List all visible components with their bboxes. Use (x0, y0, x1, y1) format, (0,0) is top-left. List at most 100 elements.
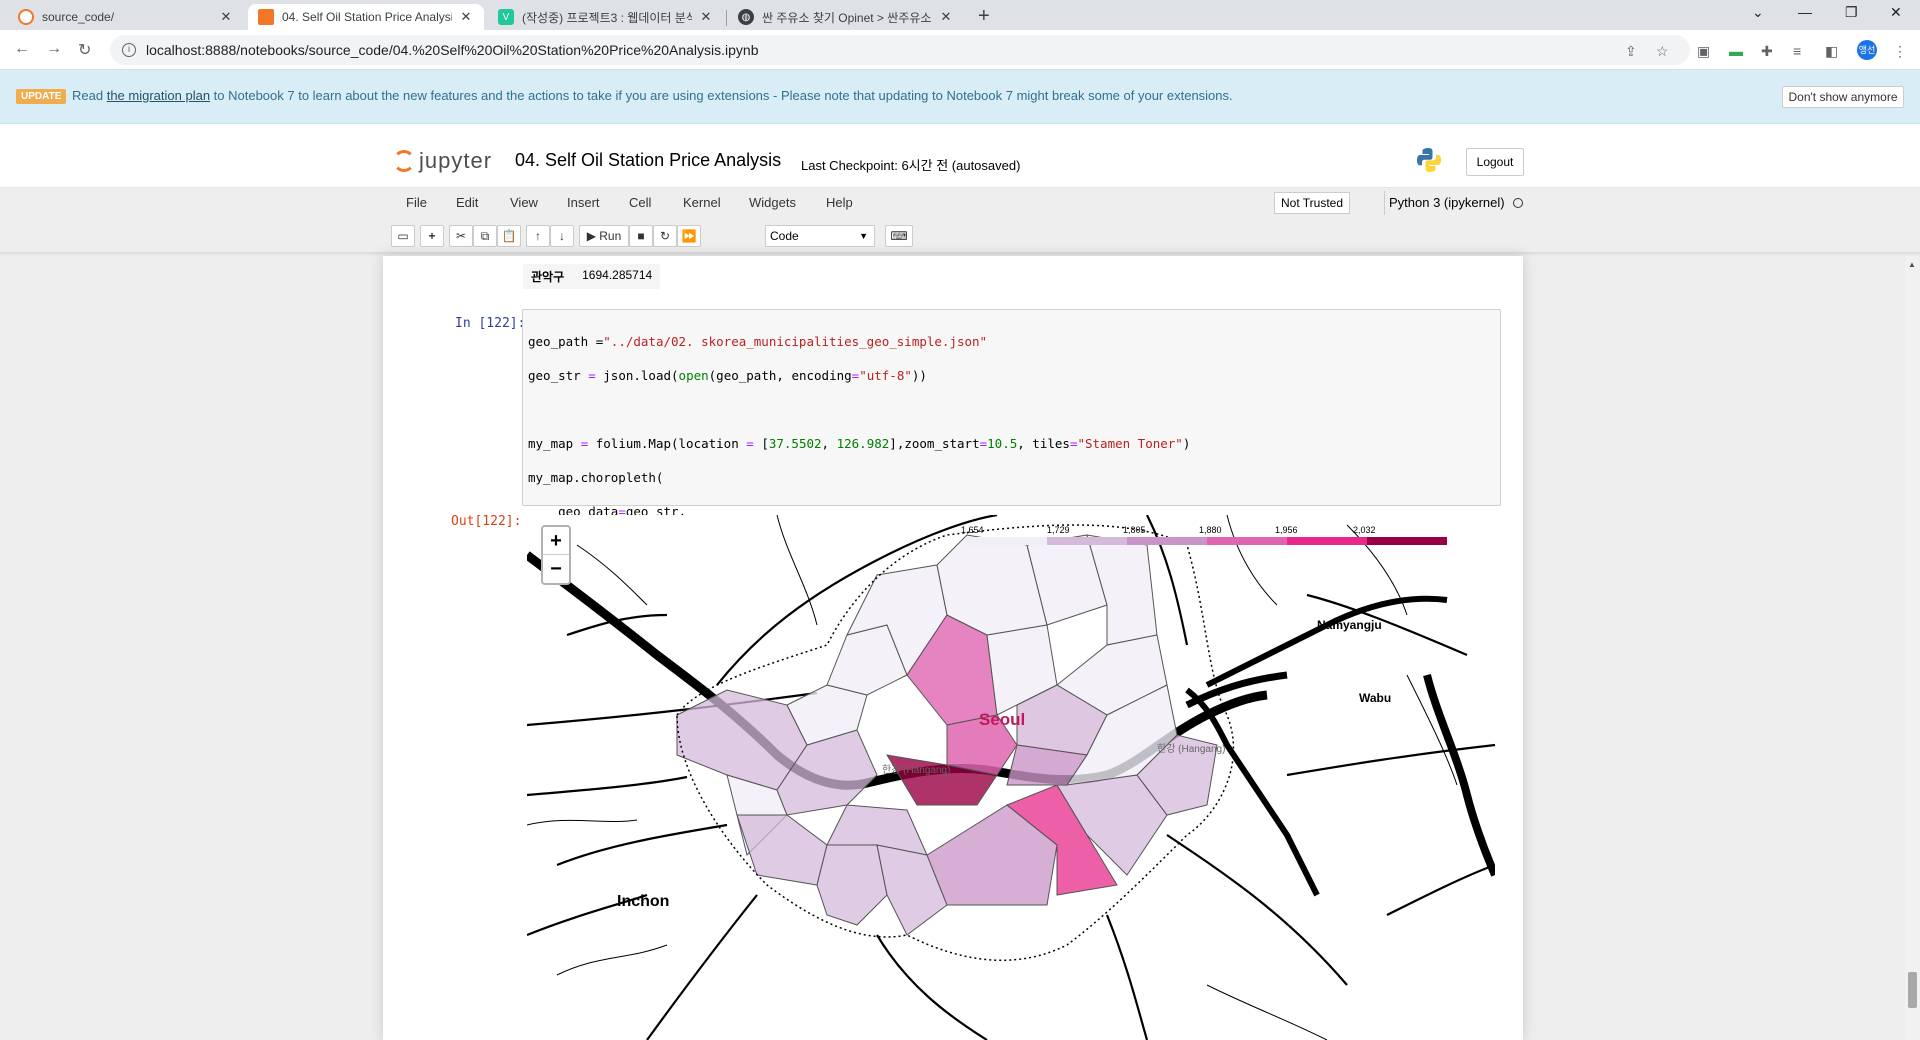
keyboard-icon[interactable]: ⌨ (885, 225, 913, 247)
map-label-hangang-east: 한강 (Hangang) (1157, 744, 1226, 755)
side-panel-icon[interactable]: ◧ (1825, 43, 1838, 60)
globe-icon: ◍ (738, 9, 754, 25)
cell-type-select[interactable]: Code ▼ (765, 225, 875, 247)
new-tab-button[interactable]: + (978, 5, 990, 28)
menu-help[interactable]: Help (826, 195, 853, 210)
menu-kernel[interactable]: Kernel (683, 195, 721, 210)
jupyter-header: jupyter 04. Self Oil Station Price Analy… (0, 124, 1920, 188)
close-icon[interactable]: ✕ (218, 9, 234, 25)
legend-tick: 1,654 (961, 525, 984, 535)
bookmark-star-icon[interactable]: ☆ (1656, 43, 1669, 60)
scroll-thumb[interactable] (1908, 972, 1917, 1008)
logout-button[interactable]: Logout (1466, 148, 1524, 176)
legend-tick: 1,880 (1199, 525, 1222, 535)
migration-plan-link[interactable]: the migration plan (107, 88, 210, 103)
map-canvas (527, 515, 1495, 1040)
cut-icon[interactable]: ✂ (449, 225, 473, 247)
forward-icon[interactable]: → (46, 40, 62, 58)
kernel-name[interactable]: Python 3 (ipykernel) (1384, 191, 1505, 215)
share-icon[interactable]: ⇪ (1625, 43, 1637, 60)
tab-velog[interactable]: V (작성중) 프로젝트3 : 웹데이터 분석 ✕ (488, 4, 724, 30)
tab-title: 04. Self Oil Station Price Analysis (282, 10, 452, 24)
tab-source-code[interactable]: source_code/ ✕ (8, 4, 244, 30)
close-icon[interactable]: ✕ (938, 9, 954, 25)
jupyter-logo[interactable]: jupyter (393, 148, 492, 174)
window-close-button[interactable]: ✕ (1890, 4, 1902, 21)
site-info-icon[interactable]: i (122, 43, 136, 57)
district-guro (736, 814, 828, 886)
update-banner: UPDATE Read the migration plan to Notebo… (0, 70, 1920, 124)
reading-list-icon[interactable]: ≡ (1793, 43, 1801, 59)
fast-forward-icon[interactable]: ⏩ (677, 225, 701, 247)
output-prompt: Out[122]: (451, 514, 522, 529)
avatar[interactable]: 앵선 (1857, 40, 1877, 60)
restart-icon[interactable]: ↻ (653, 225, 677, 247)
restore-button[interactable]: ❐ (1845, 4, 1858, 21)
map-label-incheon: Inchon (617, 893, 670, 910)
input-prompt: In [122]: (455, 316, 526, 331)
code-line: my_map.choropleth( (528, 470, 664, 485)
menu-widgets[interactable]: Widgets (749, 195, 796, 210)
move-up-icon[interactable]: ↑ (526, 225, 550, 247)
code-line: geo_str = json.load(open(geo_path, encod… (528, 368, 927, 383)
notebook-title[interactable]: 04. Self Oil Station Price Analysis (515, 150, 781, 171)
previous-output-label: 관악구 (531, 270, 565, 284)
cell-type-value: Code (770, 229, 799, 243)
zoom-in-button[interactable]: + (543, 527, 569, 555)
move-down-icon[interactable]: ↓ (550, 225, 574, 247)
reload-icon[interactable]: ↻ (78, 40, 91, 60)
code-line: my_map = folium.Map(location = [37.5502,… (528, 436, 1191, 451)
folium-map[interactable]: 1,654 1,729 1,805 1,880 1,956 2,032 Seou… (527, 515, 1495, 1040)
menu-file[interactable]: File (406, 195, 427, 210)
update-badge: UPDATE (16, 89, 67, 104)
velog-icon: V (498, 9, 514, 25)
banner-prefix: Read (72, 88, 107, 103)
tab-title: 싼 주유소 찾기 Opinet > 싼주유소 (762, 10, 932, 25)
back-icon[interactable]: ← (14, 40, 30, 58)
notebook-container: 관악구 1694.285714 In [122]: geo_path ="../… (383, 256, 1523, 1040)
page-scrollbar[interactable]: ▲ (1905, 256, 1920, 1040)
menu-insert[interactable]: Insert (567, 195, 600, 210)
copy-icon[interactable]: ⧉ (473, 225, 497, 247)
paste-icon[interactable]: 📋 (497, 225, 521, 247)
stop-icon[interactable]: ■ (629, 225, 653, 247)
more-menu-icon[interactable]: ⋮ (1893, 43, 1907, 60)
zoom-out-button[interactable]: − (543, 555, 569, 583)
legend-tick: 1,729 (1047, 525, 1070, 535)
banner-message: Read the migration plan to Notebook 7 to… (72, 88, 1233, 103)
legend-swatch-5 (1287, 537, 1367, 545)
previous-output-row: 관악구 1694.285714 (523, 264, 661, 289)
not-trusted-button[interactable]: Not Trusted (1274, 192, 1350, 214)
close-icon[interactable]: ✕ (458, 9, 474, 25)
code-cell-editor[interactable]: geo_path ="../data/02. skorea_municipali… (522, 309, 1501, 689)
save-icon[interactable]: ▭ (391, 225, 415, 247)
district-geumcheon (816, 844, 888, 926)
map-label-wabu: Wabu (1359, 691, 1392, 705)
checkpoint-status: Last Checkpoint: 6시간 전 (autosaved) (801, 158, 1021, 173)
url-field[interactable]: i localhost:8888/notebooks/source_code/0… (110, 35, 1690, 65)
previous-output-value: 1694.285714 (582, 268, 653, 282)
menu-bar: File Edit View Insert Cell Kernel Widget… (383, 188, 1529, 218)
menu-view[interactable]: View (510, 195, 538, 210)
tab-notebook[interactable]: 04. Self Oil Station Price Analysis ✕ (248, 4, 484, 30)
extension-green-icon[interactable]: ▬ (1729, 43, 1743, 59)
notebook-toolbar: ▭ + ✂ ⧉ 📋 ↑ ↓ ▶ Run ■ ↻ ⏩ Code ▼ ⌨ (383, 222, 1529, 252)
menu-cell[interactable]: Cell (629, 195, 651, 210)
run-button[interactable]: ▶ Run (579, 225, 629, 247)
tab-opinet[interactable]: ◍ 싼 주유소 찾기 Opinet > 싼주유소 ✕ (728, 4, 964, 30)
river-north-han (1423, 674, 1495, 877)
tab-search-icon[interactable]: ⌄ (1752, 4, 1764, 21)
chevron-down-icon: ▼ (859, 231, 868, 241)
puzzle-icon[interactable]: ✚ (1761, 43, 1773, 60)
jupyter-logo-icon (393, 150, 415, 172)
menu-edit[interactable]: Edit (456, 195, 478, 210)
dont-show-button[interactable]: Don't show anymore (1782, 86, 1904, 108)
minimize-button[interactable]: — (1798, 4, 1812, 20)
address-bar: ← → ↻ i localhost:8888/notebooks/source_… (0, 30, 1920, 70)
map-label-namyangju: Namyangju (1317, 618, 1382, 632)
map-label-seoul: Seoul (979, 710, 1026, 729)
insert-cell-icon[interactable]: + (420, 225, 444, 247)
extension-icon[interactable]: ▣ (1697, 43, 1710, 60)
close-icon[interactable]: ✕ (698, 9, 714, 25)
scroll-up-icon[interactable]: ▲ (1908, 260, 1916, 269)
